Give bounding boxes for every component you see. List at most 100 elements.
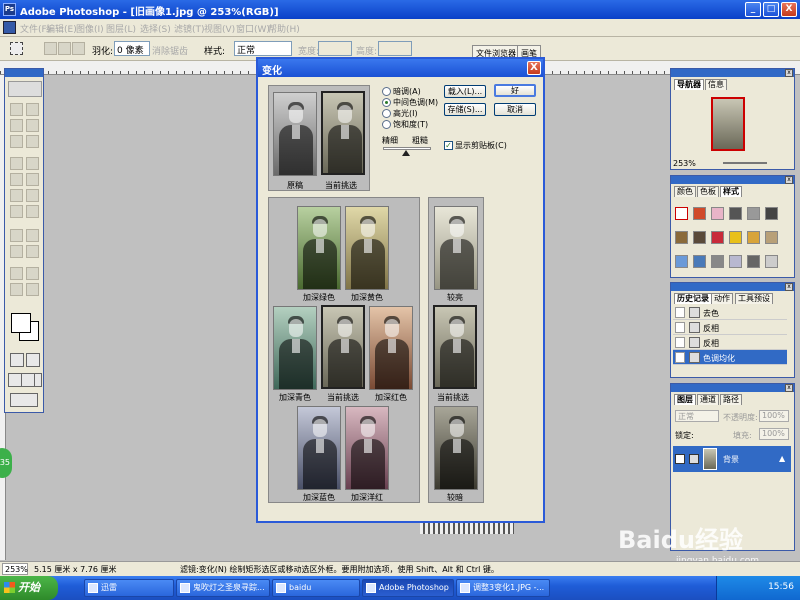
- new-selection-icon[interactable]: [44, 42, 57, 55]
- hand-icon[interactable]: [10, 283, 23, 296]
- load-button[interactable]: 载入(L)...: [444, 85, 486, 98]
- history-brush-icon[interactable]: [26, 173, 39, 186]
- menu-select[interactable]: 选择(S): [140, 22, 171, 35]
- close-button[interactable]: X: [781, 2, 797, 17]
- style-swatch[interactable]: [693, 207, 706, 220]
- style-swatch[interactable]: [675, 231, 688, 244]
- tab-tool-presets[interactable]: 工具预设: [735, 293, 773, 304]
- tab-color[interactable]: 颜色: [674, 186, 696, 197]
- style-select[interactable]: 正常: [234, 41, 292, 56]
- lighter-thumbnail[interactable]: [434, 206, 478, 290]
- menu-layer[interactable]: 图层(L): [106, 22, 136, 35]
- pen-icon[interactable]: [10, 245, 23, 258]
- radio-shadows[interactable]: [382, 87, 391, 96]
- cancel-button[interactable]: 取消: [494, 103, 536, 116]
- notes-icon[interactable]: [10, 267, 23, 280]
- marquee-icon[interactable]: [10, 42, 23, 55]
- style-none[interactable]: [675, 207, 688, 220]
- more-magenta-thumbnail[interactable]: [345, 406, 389, 490]
- menu-help[interactable]: 帮助(H): [268, 22, 300, 35]
- style-swatch[interactable]: [675, 255, 688, 268]
- menu-filter[interactable]: 滤镜(T): [174, 22, 205, 35]
- tab-swatches[interactable]: 色板: [697, 186, 719, 197]
- shape-icon[interactable]: [26, 245, 39, 258]
- standard-mode-icon[interactable]: [10, 353, 24, 367]
- antialias-checkbox[interactable]: 消除锯齿: [152, 44, 188, 57]
- crop-icon[interactable]: [10, 135, 23, 148]
- menu-view[interactable]: 视图(V): [204, 22, 235, 35]
- style-swatch[interactable]: [747, 255, 760, 268]
- menu-image[interactable]: 图像(I): [76, 22, 104, 35]
- move-icon[interactable]: [26, 103, 39, 116]
- current-pick-brightness-thumbnail[interactable]: [433, 305, 477, 389]
- style-swatch[interactable]: [711, 255, 724, 268]
- current-pick-center-thumbnail[interactable]: [321, 305, 365, 389]
- style-swatch[interactable]: [711, 231, 724, 244]
- eye-icon[interactable]: [8, 81, 42, 97]
- style-swatch[interactable]: [747, 207, 760, 220]
- status-zoom[interactable]: 253%: [2, 563, 28, 575]
- ok-button[interactable]: 好: [494, 84, 536, 97]
- close-icon[interactable]: x: [785, 69, 793, 77]
- close-icon[interactable]: x: [785, 176, 793, 184]
- jump-to-imageready-icon[interactable]: [10, 393, 38, 407]
- magic-wand-icon[interactable]: [26, 119, 39, 132]
- brush-icon[interactable]: [26, 157, 39, 170]
- lasso-icon[interactable]: [10, 119, 23, 132]
- more-red-thumbnail[interactable]: [369, 306, 413, 390]
- gradient-icon[interactable]: [26, 189, 39, 202]
- more-yellow-thumbnail[interactable]: [345, 206, 389, 290]
- blend-mode-select[interactable]: 正常: [675, 410, 719, 422]
- darker-thumbnail[interactable]: [434, 406, 478, 490]
- task-photoshop[interactable]: Adobe Photoshop: [362, 579, 454, 597]
- task-xunlei[interactable]: 迅雷: [84, 579, 174, 597]
- tab-info[interactable]: 信息: [705, 79, 727, 90]
- healing-icon[interactable]: [10, 157, 23, 170]
- screen-mode-full-icon[interactable]: [21, 373, 35, 387]
- style-swatch[interactable]: [765, 255, 778, 268]
- foreground-color[interactable]: [11, 313, 31, 333]
- task-image-viewer[interactable]: 调整3变化1.JPG -...: [456, 579, 550, 597]
- close-icon[interactable]: x: [785, 384, 793, 392]
- style-swatch[interactable]: [747, 231, 760, 244]
- history-item[interactable]: 反相: [673, 320, 787, 335]
- screen-mode-black-icon[interactable]: [34, 373, 42, 387]
- tab-paths[interactable]: 路径: [720, 394, 742, 405]
- text-icon[interactable]: [26, 229, 39, 242]
- menu-edit[interactable]: 编辑(E): [46, 22, 77, 35]
- eraser-icon[interactable]: [10, 189, 23, 202]
- history-item[interactable]: 去色: [673, 305, 787, 320]
- maximize-button[interactable]: □: [763, 2, 779, 17]
- menu-window[interactable]: 窗口(W): [236, 22, 270, 35]
- tab-history[interactable]: 历史记录: [674, 293, 712, 304]
- subtract-selection-icon[interactable]: [72, 42, 85, 55]
- radio-highlights[interactable]: [382, 109, 391, 118]
- style-swatch[interactable]: [729, 231, 742, 244]
- close-icon[interactable]: X: [527, 61, 541, 75]
- zoom-icon[interactable]: [26, 283, 39, 296]
- save-button[interactable]: 存储(S)...: [444, 103, 486, 116]
- screen-mode-icon[interactable]: [8, 373, 22, 387]
- tab-actions[interactable]: 动作: [711, 293, 733, 304]
- start-button[interactable]: 开始: [0, 576, 58, 600]
- path-select-icon[interactable]: [10, 229, 23, 242]
- tab-layers[interactable]: 图层: [674, 394, 696, 405]
- more-blue-thumbnail[interactable]: [297, 406, 341, 490]
- radio-saturation[interactable]: [382, 120, 391, 129]
- task-baidu[interactable]: baidu: [272, 579, 360, 597]
- width-input[interactable]: [318, 41, 352, 56]
- opacity-input[interactable]: 100%: [759, 410, 789, 422]
- feather-input[interactable]: 0 像素: [114, 41, 150, 56]
- marquee-icon[interactable]: [10, 103, 23, 116]
- quickmask-mode-icon[interactable]: [26, 353, 40, 367]
- style-swatch[interactable]: [765, 207, 778, 220]
- navigator-zoom[interactable]: 253%: [673, 159, 696, 168]
- stamp-icon[interactable]: [10, 173, 23, 186]
- add-selection-icon[interactable]: [58, 42, 71, 55]
- eyedropper-icon[interactable]: [26, 267, 39, 280]
- tab-styles[interactable]: 样式: [720, 186, 742, 197]
- height-input[interactable]: [378, 41, 412, 56]
- slice-icon[interactable]: [26, 135, 39, 148]
- slider-thumb[interactable]: [402, 150, 410, 156]
- task-novel[interactable]: 鬼吹灯之圣泉寻踪...: [176, 579, 270, 597]
